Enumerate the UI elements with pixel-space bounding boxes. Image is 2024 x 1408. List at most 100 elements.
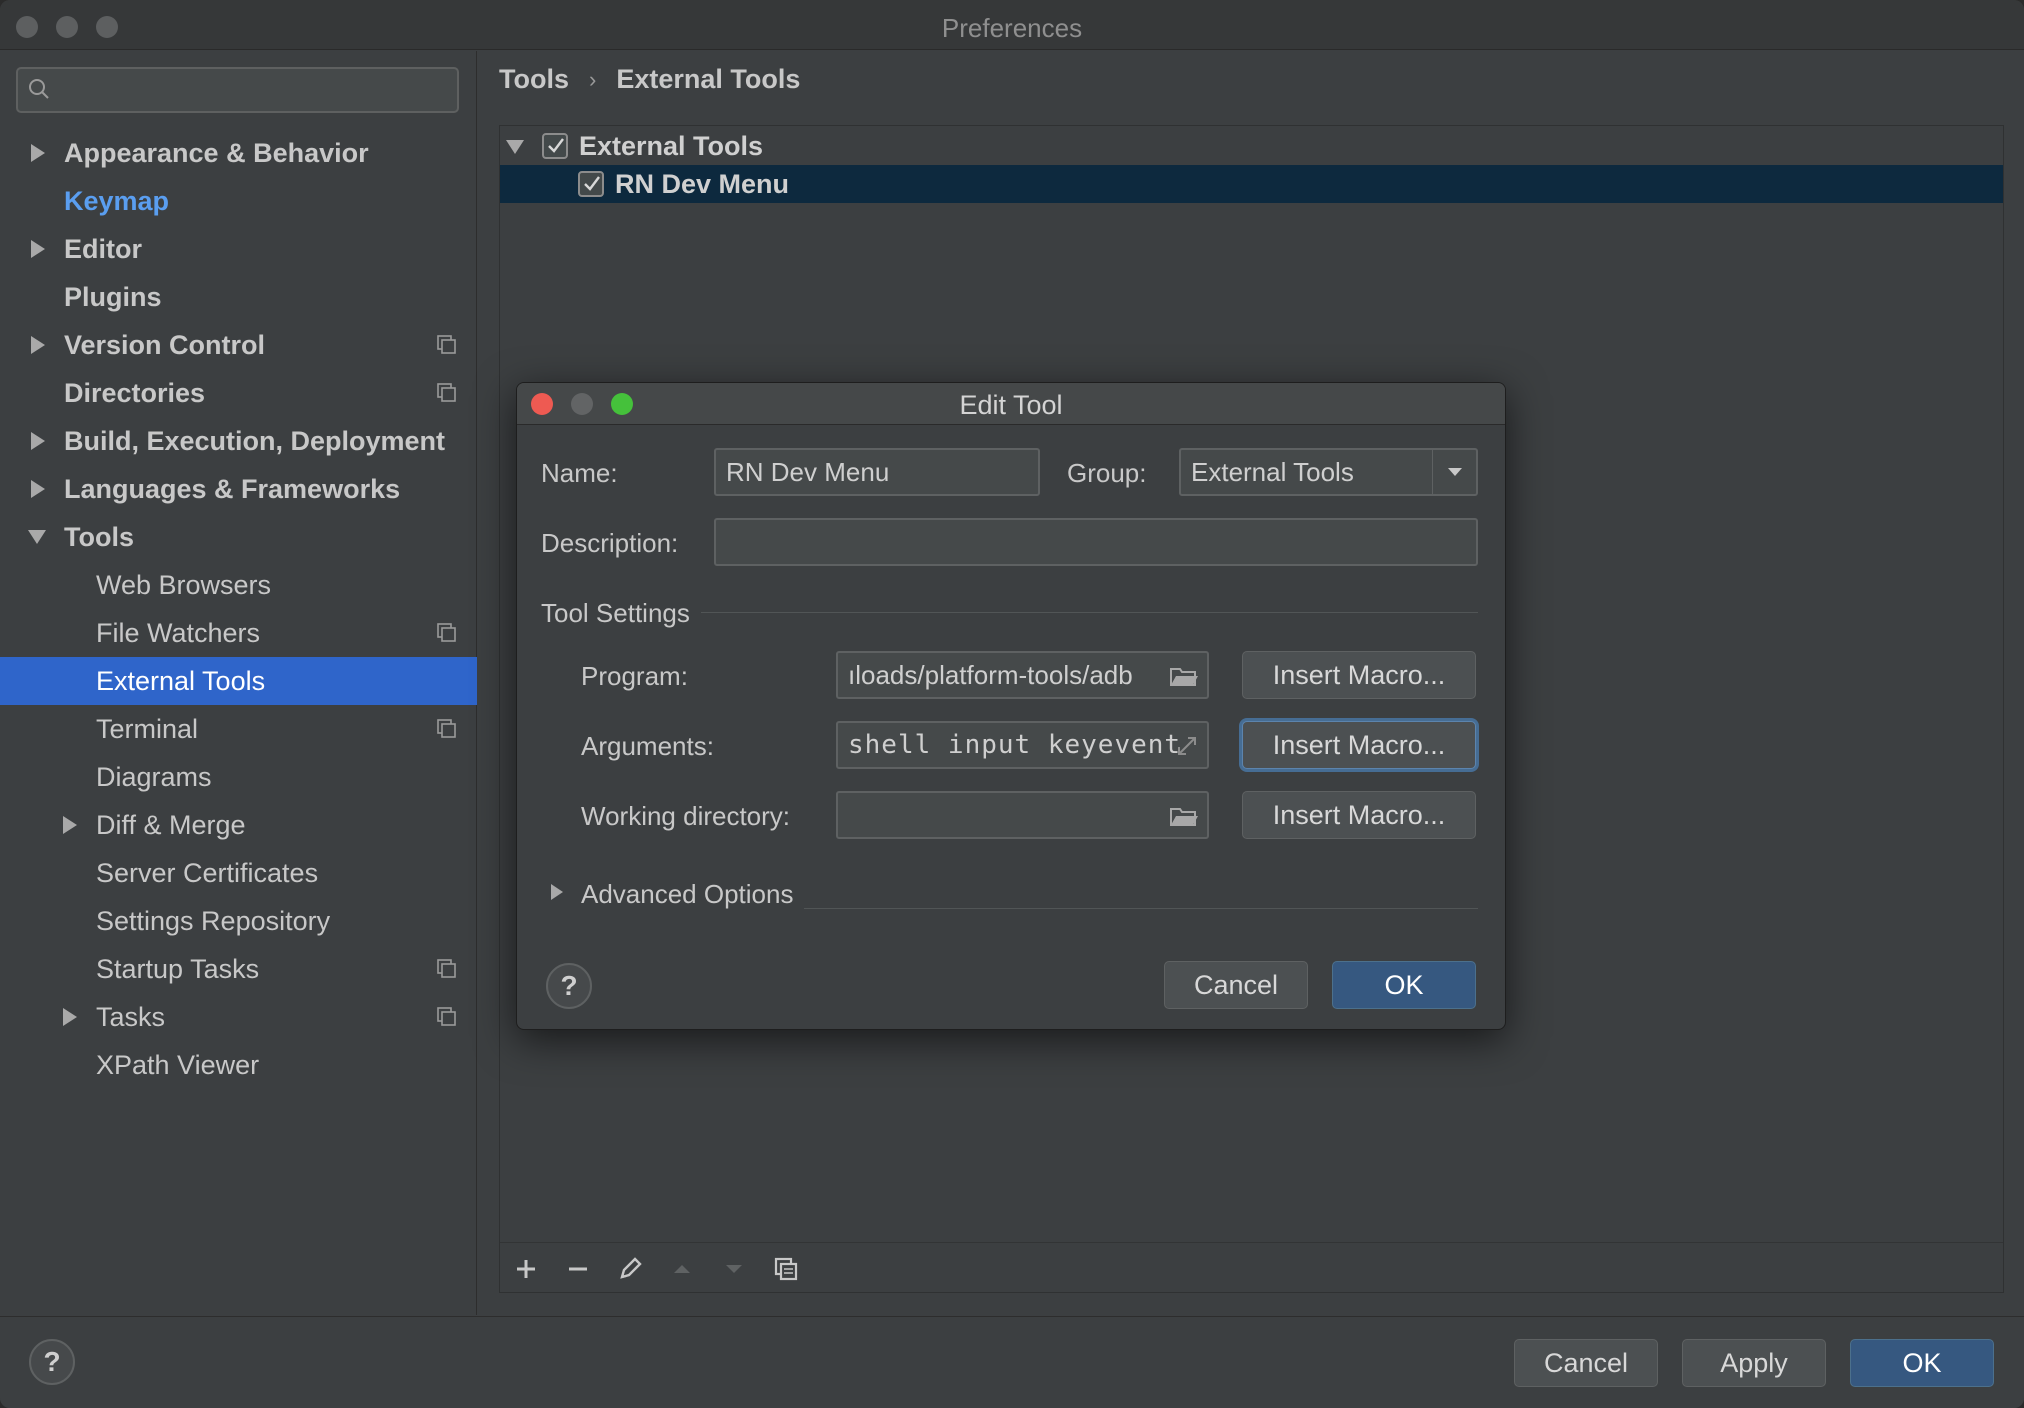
name-label: Name:	[541, 458, 618, 488]
name-field[interactable]: RN Dev Menu	[714, 448, 1040, 496]
insert-macro-arguments-button[interactable]: Insert Macro...	[1242, 721, 1476, 769]
expand-arrow-icon[interactable]	[31, 480, 45, 498]
sidebar-item-xpath-viewer[interactable]: XPath Viewer	[0, 1041, 477, 1089]
dialog-ok-button[interactable]: OK	[1332, 961, 1476, 1009]
working-directory-label: Working directory:	[581, 801, 791, 831]
expand-arrow-icon[interactable]	[31, 144, 45, 162]
expand-icon[interactable]	[1175, 735, 1199, 757]
sidebar-item-file-watchers[interactable]: File Watchers	[0, 609, 477, 657]
sidebar-item-web-browsers[interactable]: Web Browsers	[0, 561, 477, 609]
sidebar-item-label: Languages & Frameworks	[64, 473, 401, 504]
settings-search-input[interactable]	[16, 67, 459, 113]
sidebar-item-diagrams[interactable]: Diagrams	[0, 753, 477, 801]
arguments-label: Arguments:	[581, 731, 714, 761]
description-field[interactable]	[714, 518, 1478, 566]
sidebar-item-startup-tasks[interactable]: Startup Tasks	[0, 945, 477, 993]
copy-icon[interactable]	[772, 1255, 800, 1283]
sidebar-item-appearance-behavior[interactable]: Appearance & Behavior	[0, 129, 477, 177]
search-icon	[29, 79, 49, 99]
tree-row-external-tools-group[interactable]: External Tools	[500, 127, 2003, 165]
sidebar-item-label: Web Browsers	[96, 569, 272, 600]
sidebar-item-label: XPath Viewer	[96, 1049, 260, 1080]
sidebar-item-tasks[interactable]: Tasks	[0, 993, 477, 1041]
working-directory-field[interactable]	[836, 791, 1209, 839]
sidebar-item-version-control[interactable]: Version Control	[0, 321, 477, 369]
group-label: Group:	[1067, 458, 1147, 488]
group-combobox[interactable]: External Tools	[1179, 448, 1478, 496]
sidebar-item-keymap[interactable]: Keymap	[0, 177, 477, 225]
description-label: Description:	[541, 528, 679, 558]
folder-icon[interactable]	[1169, 805, 1199, 827]
sidebar-item-label: Tools	[64, 521, 134, 552]
apply-button[interactable]: Apply	[1682, 1339, 1826, 1387]
breadcrumb: Tools › External Tools	[499, 64, 800, 95]
expand-arrow-icon[interactable]	[31, 432, 45, 450]
remove-icon[interactable]	[564, 1255, 592, 1283]
preferences-window: Preferences Appearance & Behavior Keymap…	[0, 0, 2024, 1408]
tool-enabled-checkbox[interactable]	[578, 171, 604, 197]
insert-macro-program-button[interactable]: Insert Macro...	[1242, 651, 1476, 699]
sidebar-item-label: Diagrams	[96, 761, 212, 792]
collapse-arrow-icon[interactable]	[28, 530, 46, 544]
tree-row-rn-dev-menu[interactable]: RN Dev Menu	[500, 165, 2003, 203]
expand-arrow-icon[interactable]	[31, 336, 45, 354]
edit-icon[interactable]	[616, 1255, 644, 1283]
tree-row-label: RN Dev Menu	[615, 168, 790, 199]
sidebar-item-label: Terminal	[96, 713, 199, 744]
settings-sidebar: Appearance & Behavior Keymap Editor Plug…	[0, 51, 477, 1315]
breadcrumb-parent[interactable]: Tools	[499, 64, 569, 95]
insert-macro-working-directory-button[interactable]: Insert Macro...	[1242, 791, 1476, 839]
tree-row-label: External Tools	[579, 130, 764, 161]
move-down-icon	[726, 1265, 742, 1273]
sidebar-item-label: Diff & Merge	[96, 809, 246, 840]
section-divider	[804, 908, 1478, 909]
expand-arrow-icon[interactable]	[63, 1008, 77, 1026]
sidebar-item-label: File Watchers	[96, 617, 261, 648]
sidebar-item-label: Settings Repository	[96, 905, 331, 936]
folder-icon[interactable]	[1169, 665, 1199, 687]
advanced-options-label: Advanced Options	[581, 879, 794, 909]
add-icon[interactable]	[512, 1255, 540, 1283]
expand-arrow-icon[interactable]	[31, 240, 45, 258]
sidebar-item-label: Tasks	[96, 1001, 166, 1032]
ok-button[interactable]: OK	[1850, 1339, 1994, 1387]
tool-settings-heading: Tool Settings	[541, 598, 690, 628]
dialog-cancel-button[interactable]: Cancel	[1164, 961, 1308, 1009]
sidebar-item-server-certificates[interactable]: Server Certificates	[0, 849, 477, 897]
project-settings-icon	[437, 959, 456, 978]
window-title: Preferences	[941, 13, 1083, 43]
chevron-down-icon[interactable]	[1432, 450, 1476, 494]
arguments-field[interactable]: shell input keyevent	[836, 721, 1209, 769]
edit-tool-dialog: Edit Tool Name: RN Dev Menu Group: Exter…	[516, 382, 1506, 1030]
sidebar-item-label: Server Certificates	[96, 857, 319, 888]
sidebar-item-settings-repository[interactable]: Settings Repository	[0, 897, 477, 945]
sidebar-item-directories[interactable]: Directories	[0, 369, 477, 417]
sidebar-item-label: Startup Tasks	[96, 953, 260, 984]
program-field[interactable]: ıloads/platform-tools/adb	[836, 651, 1209, 699]
move-up-icon	[674, 1265, 690, 1273]
sidebar-item-terminal[interactable]: Terminal	[0, 705, 477, 753]
dialog-help-button[interactable]: ?	[546, 963, 592, 1009]
sidebar-item-diff-merge[interactable]: Diff & Merge	[0, 801, 477, 849]
sidebar-item-label: Directories	[64, 377, 206, 408]
group-combobox-value: External Tools	[1191, 456, 1354, 487]
sidebar-item-external-tools[interactable]: External Tools	[0, 657, 477, 705]
sidebar-item-tools[interactable]: Tools	[0, 513, 477, 561]
expand-arrow-icon[interactable]	[63, 816, 77, 834]
sidebar-item-languages-frameworks[interactable]: Languages & Frameworks	[0, 465, 477, 513]
expand-arrow-icon[interactable]	[551, 884, 563, 900]
cancel-button[interactable]: Cancel	[1514, 1339, 1658, 1387]
sidebar-item-editor[interactable]: Editor	[0, 225, 477, 273]
project-settings-icon	[437, 719, 456, 738]
sidebar-item-plugins[interactable]: Plugins	[0, 273, 477, 321]
project-settings-icon	[437, 1007, 456, 1026]
collapse-arrow-icon[interactable]	[506, 140, 524, 154]
sidebar-item-label: Keymap	[64, 185, 170, 216]
tree-toolbar	[500, 1242, 2003, 1294]
sidebar-item-build-execution-deployment[interactable]: Build, Execution, Deployment	[0, 417, 477, 465]
advanced-options-toggle[interactable]: Advanced Options	[541, 877, 841, 911]
sidebar-item-label: Editor	[64, 233, 142, 264]
sidebar-item-label: External Tools	[96, 665, 266, 696]
group-enabled-checkbox[interactable]	[542, 133, 568, 159]
help-button[interactable]: ?	[29, 1339, 75, 1385]
